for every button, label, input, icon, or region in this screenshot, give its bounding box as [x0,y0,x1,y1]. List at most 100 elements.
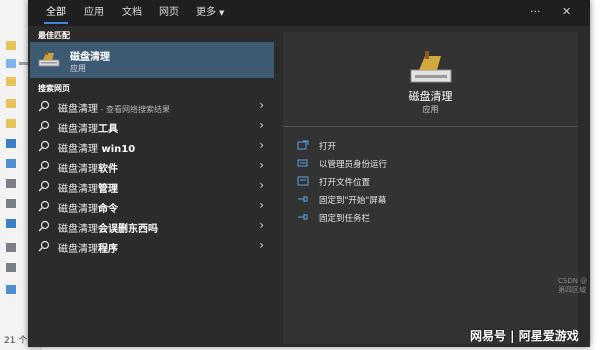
search-icon [38,180,50,192]
explorer-row[interactable] [6,198,28,210]
folder-icon [6,119,16,128]
tab-web[interactable]: 网页 [159,0,179,26]
web-result-item[interactable]: 磁盘清理管理 › [30,176,274,196]
search-icon [38,140,50,152]
action-pin-to-taskbar[interactable]: 固定到任务栏 [297,210,497,226]
result-query: 磁盘清理 [58,224,98,235]
result-hint: - 查看网络搜索结果 [98,105,170,114]
result-suggestion: 软件 [98,164,118,175]
shield-icon [297,159,308,167]
chevron-right-icon[interactable]: › [259,98,264,112]
result-query: 磁盘清理 [58,144,98,155]
explorer-row[interactable] [6,118,28,130]
csdn-watermark: CSDN @第四区域 [558,277,588,294]
close-button[interactable]: ✕ [562,0,571,26]
action-label: 以管理员身份运行 [319,160,388,170]
preview-app-name: 磁盘清理 [408,90,453,103]
chevron-right-icon[interactable]: › [259,238,264,252]
music-icon [6,219,16,228]
explorer-row[interactable] [6,218,28,230]
chevron-down-icon: ▼ [219,9,225,17]
chevron-right-icon[interactable]: › [259,218,264,232]
disk-cleanup-icon [410,51,452,83]
folder-icon [6,99,16,108]
drive-icon [6,199,16,208]
explorer-row[interactable] [6,262,28,274]
search-icon [38,160,50,172]
explorer-row[interactable] [6,242,28,254]
best-match-heading: 最佳匹配 [38,31,70,40]
explorer-row[interactable] [6,98,28,110]
preview-pane: 磁盘清理 应用 打开 以管理员身份运行 打开文件位置 固定到"开始"屏幕 固定到… [283,32,578,344]
tab-all[interactable]: 全部 [44,0,68,26]
action-label: 固定到任务栏 [319,214,371,224]
search-icon [38,100,50,112]
search-icon [38,200,50,212]
explorer-row[interactable] [6,58,28,70]
result-suggestion: win10 [98,144,136,155]
folder-icon [6,41,16,50]
divider [283,126,578,127]
action-label: 打开 [319,142,337,152]
more-options-button[interactable]: ··· [530,0,541,26]
folder-open-icon [297,176,309,186]
tab-more[interactable]: 更多 ▼ [196,0,224,26]
explorer-row[interactable] [6,40,28,52]
result-suggestion: 工具 [98,124,118,135]
result-query: 磁盘清理 [58,124,98,135]
result-suggestion: 程序 [98,244,118,255]
tab-apps[interactable]: 应用 [84,0,104,26]
result-query: 磁盘清理 [58,244,98,255]
web-result-item[interactable]: 磁盘清理 win10 › [30,136,274,156]
web-result-item[interactable]: 磁盘清理工具 › [30,116,274,136]
web-result-item[interactable]: 磁盘清理软件 › [30,156,274,176]
action-run-as-admin[interactable]: 以管理员身份运行 [297,156,497,172]
desktop-icon [6,139,16,148]
action-label: 打开文件位置 [319,178,371,188]
web-result-item[interactable]: 磁盘清理会误删东西吗 › [30,216,274,236]
action-open-file-location[interactable]: 打开文件位置 [297,174,497,190]
network-icon [6,285,16,294]
explorer-row[interactable] [6,138,28,150]
web-search-heading: 搜索网页 [38,84,70,93]
open-icon [297,140,309,150]
result-suggestion: 命令 [98,204,118,215]
tab-documents[interactable]: 文档 [122,0,142,26]
chevron-right-icon[interactable]: › [259,138,264,152]
explorer-row[interactable] [6,76,28,88]
chevron-right-icon[interactable]: › [259,178,264,192]
results-list: 最佳匹配 磁盘清理 应用 搜索网页 磁盘清理 - 查看网络搜索结果 › 磁盘清理… [28,26,276,347]
search-icon [38,240,50,252]
action-label: 固定到"开始"屏幕 [319,196,387,206]
pin-icon [298,196,308,202]
best-match-result[interactable]: 磁盘清理 应用 [30,42,274,78]
windows-search-panel: 全部 应用 文档 网页 更多 ▼ ··· ✕ 最佳匹配 磁盘清理 应用 搜索网页 … [28,0,590,347]
drive-icon [6,243,16,252]
explorer-row[interactable] [6,158,28,170]
chevron-right-icon[interactable]: › [259,118,264,132]
result-query: 磁盘清理 [58,204,98,215]
chevron-right-icon[interactable]: › [259,198,264,212]
chevron-right-icon[interactable]: › [259,158,264,172]
result-query: 磁盘清理 [58,104,98,115]
search-filter-bar: 全部 应用 文档 网页 更多 ▼ ··· ✕ [28,0,590,26]
web-result-item[interactable]: 磁盘清理命令 › [30,196,274,216]
preview-app-type: 应用 [422,105,439,114]
search-icon [38,120,50,132]
netease-watermark: 网易号 | 阿星爱游戏 [470,329,579,343]
disk-cleanup-icon [38,51,60,67]
best-match-subtitle: 应用 [70,64,86,73]
pin-icon [298,214,308,220]
explorer-row[interactable] [6,178,28,190]
download-icon [6,159,16,168]
file-icon [6,59,16,68]
explorer-row[interactable] [6,284,28,296]
web-result-item[interactable]: 磁盘清理程序 › [30,236,274,256]
action-open[interactable]: 打开 [297,138,497,154]
folder-icon [6,77,16,86]
action-pin-to-start[interactable]: 固定到"开始"屏幕 [297,192,497,208]
web-result-item[interactable]: 磁盘清理 - 查看网络搜索结果 › [30,96,274,116]
search-icon [38,220,50,232]
explorer-item-count: 21 个 [4,336,28,346]
result-query: 磁盘清理 [58,164,98,175]
